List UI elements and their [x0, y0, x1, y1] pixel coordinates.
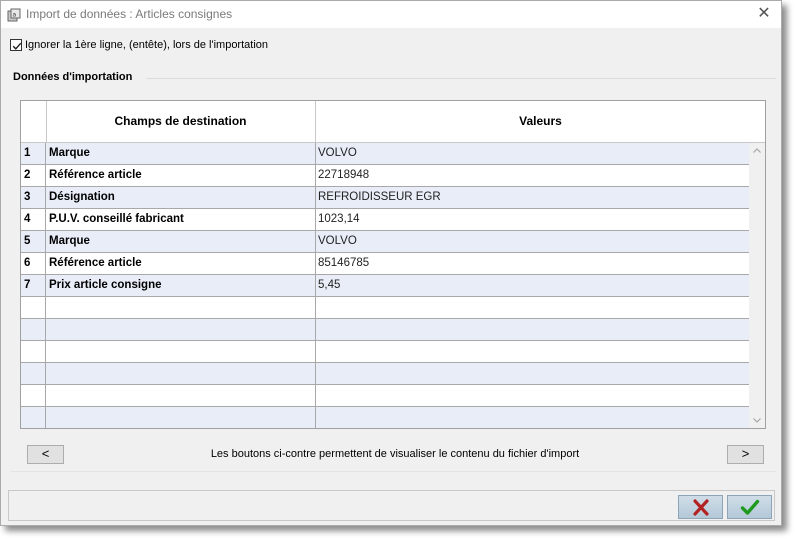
row-number: 7	[21, 275, 46, 296]
destination-field-cell[interactable]: P.U.V. conseillé fabricant	[46, 209, 316, 230]
app-icon: a	[7, 8, 21, 22]
row-number	[21, 297, 46, 318]
destination-field-cell[interactable]: Référence article	[46, 165, 316, 186]
table-row[interactable]: 6 Référence article 85146785	[21, 253, 749, 275]
empty-table-row[interactable]	[21, 341, 749, 363]
row-number	[21, 385, 46, 406]
ok-button[interactable]	[727, 495, 772, 519]
destination-field-cell[interactable]: Marque	[46, 143, 316, 164]
row-number	[21, 363, 46, 384]
title-bar: a Import de données : Articles consignes…	[1, 1, 781, 28]
row-number: 5	[21, 231, 46, 252]
ignore-first-line-label: Ignorer la 1ère ligne, (entête), lors de…	[25, 39, 269, 51]
value-cell[interactable]: VOLVO	[316, 143, 749, 164]
scroll-down-icon[interactable]	[752, 414, 762, 424]
table-row[interactable]: 4 P.U.V. conseillé fabricant 1023,14	[21, 209, 749, 231]
destination-field-cell[interactable]	[46, 385, 316, 406]
row-number: 6	[21, 253, 46, 274]
group-title: Données d'importation	[13, 71, 133, 83]
destination-field-cell[interactable]: Désignation	[46, 187, 316, 208]
table-row[interactable]: 5 Marque VOLVO	[21, 231, 749, 253]
checkmark-icon	[12, 42, 22, 50]
header-row-number	[21, 101, 47, 142]
header-values[interactable]: Valeurs	[316, 101, 765, 142]
vertical-scrollbar[interactable]	[749, 143, 765, 428]
destination-field-cell[interactable]: Prix article consigne	[46, 275, 316, 296]
value-cell[interactable]: REFROIDISSEUR EGR	[316, 187, 749, 208]
destination-field-cell[interactable]	[46, 297, 316, 318]
value-cell[interactable]	[316, 341, 749, 362]
ignore-first-line-checkbox[interactable]	[10, 39, 22, 51]
empty-table-row[interactable]	[21, 297, 749, 319]
value-cell[interactable]	[316, 363, 749, 384]
value-cell[interactable]: 85146785	[316, 253, 749, 274]
value-cell[interactable]: 22718948	[316, 165, 749, 186]
destination-field-cell[interactable]	[46, 319, 316, 340]
import-dialog: a Import de données : Articles consignes…	[0, 0, 782, 526]
close-button[interactable]: ✕	[753, 3, 775, 25]
previous-button[interactable]: <	[27, 445, 64, 464]
cancel-button[interactable]	[678, 495, 723, 519]
table-row[interactable]: 1 Marque VOLVO	[21, 143, 749, 165]
empty-table-row[interactable]	[21, 363, 749, 385]
destination-field-cell[interactable]: Marque	[46, 231, 316, 252]
table-row[interactable]: 2 Référence article 22718948	[21, 165, 749, 187]
red-x-icon	[693, 499, 709, 516]
destination-field-cell[interactable]	[46, 363, 316, 384]
ignore-first-line-option[interactable]: Ignorer la 1ère ligne, (entête), lors de…	[10, 38, 268, 52]
row-number: 1	[21, 143, 46, 164]
divider	[11, 471, 776, 472]
value-cell[interactable]: VOLVO	[316, 231, 749, 252]
green-check-icon	[740, 499, 760, 515]
value-cell[interactable]	[316, 297, 749, 318]
row-number	[21, 341, 46, 362]
empty-table-row[interactable]	[21, 319, 749, 341]
table-row[interactable]: 7 Prix article consigne 5,45	[21, 275, 749, 297]
grid-rows: 1 Marque VOLVO 2 Référence article 22718…	[21, 143, 749, 428]
footer-bar	[8, 490, 775, 521]
row-number: 3	[21, 187, 46, 208]
destination-field-cell[interactable]: Référence article	[46, 253, 316, 274]
row-number	[21, 407, 46, 428]
value-cell[interactable]	[316, 319, 749, 340]
row-number	[21, 319, 46, 340]
import-grid[interactable]: Champs de destination Valeurs 1 Marque V…	[20, 100, 766, 429]
scroll-up-icon[interactable]	[752, 145, 762, 155]
table-row[interactable]: 3 Désignation REFROIDISSEUR EGR	[21, 187, 749, 209]
header-destination-field[interactable]: Champs de destination	[46, 101, 316, 142]
group-divider	[146, 78, 776, 79]
value-cell[interactable]: 5,45	[316, 275, 749, 296]
destination-field-cell[interactable]	[46, 341, 316, 362]
next-button[interactable]: >	[727, 445, 764, 464]
row-number: 4	[21, 209, 46, 230]
empty-table-row[interactable]	[21, 407, 749, 428]
svg-text:a: a	[13, 12, 17, 19]
value-cell[interactable]: 1023,14	[316, 209, 749, 230]
grid-header: Champs de destination Valeurs	[21, 101, 765, 143]
empty-table-row[interactable]	[21, 385, 749, 407]
value-cell[interactable]	[316, 385, 749, 406]
row-number: 2	[21, 165, 46, 186]
destination-field-cell[interactable]	[46, 407, 316, 428]
navigation-info-text: Les boutons ci-contre permettent de visu…	[210, 448, 580, 460]
window-title: Import de données : Articles consignes	[26, 7, 233, 21]
value-cell[interactable]	[316, 407, 749, 428]
